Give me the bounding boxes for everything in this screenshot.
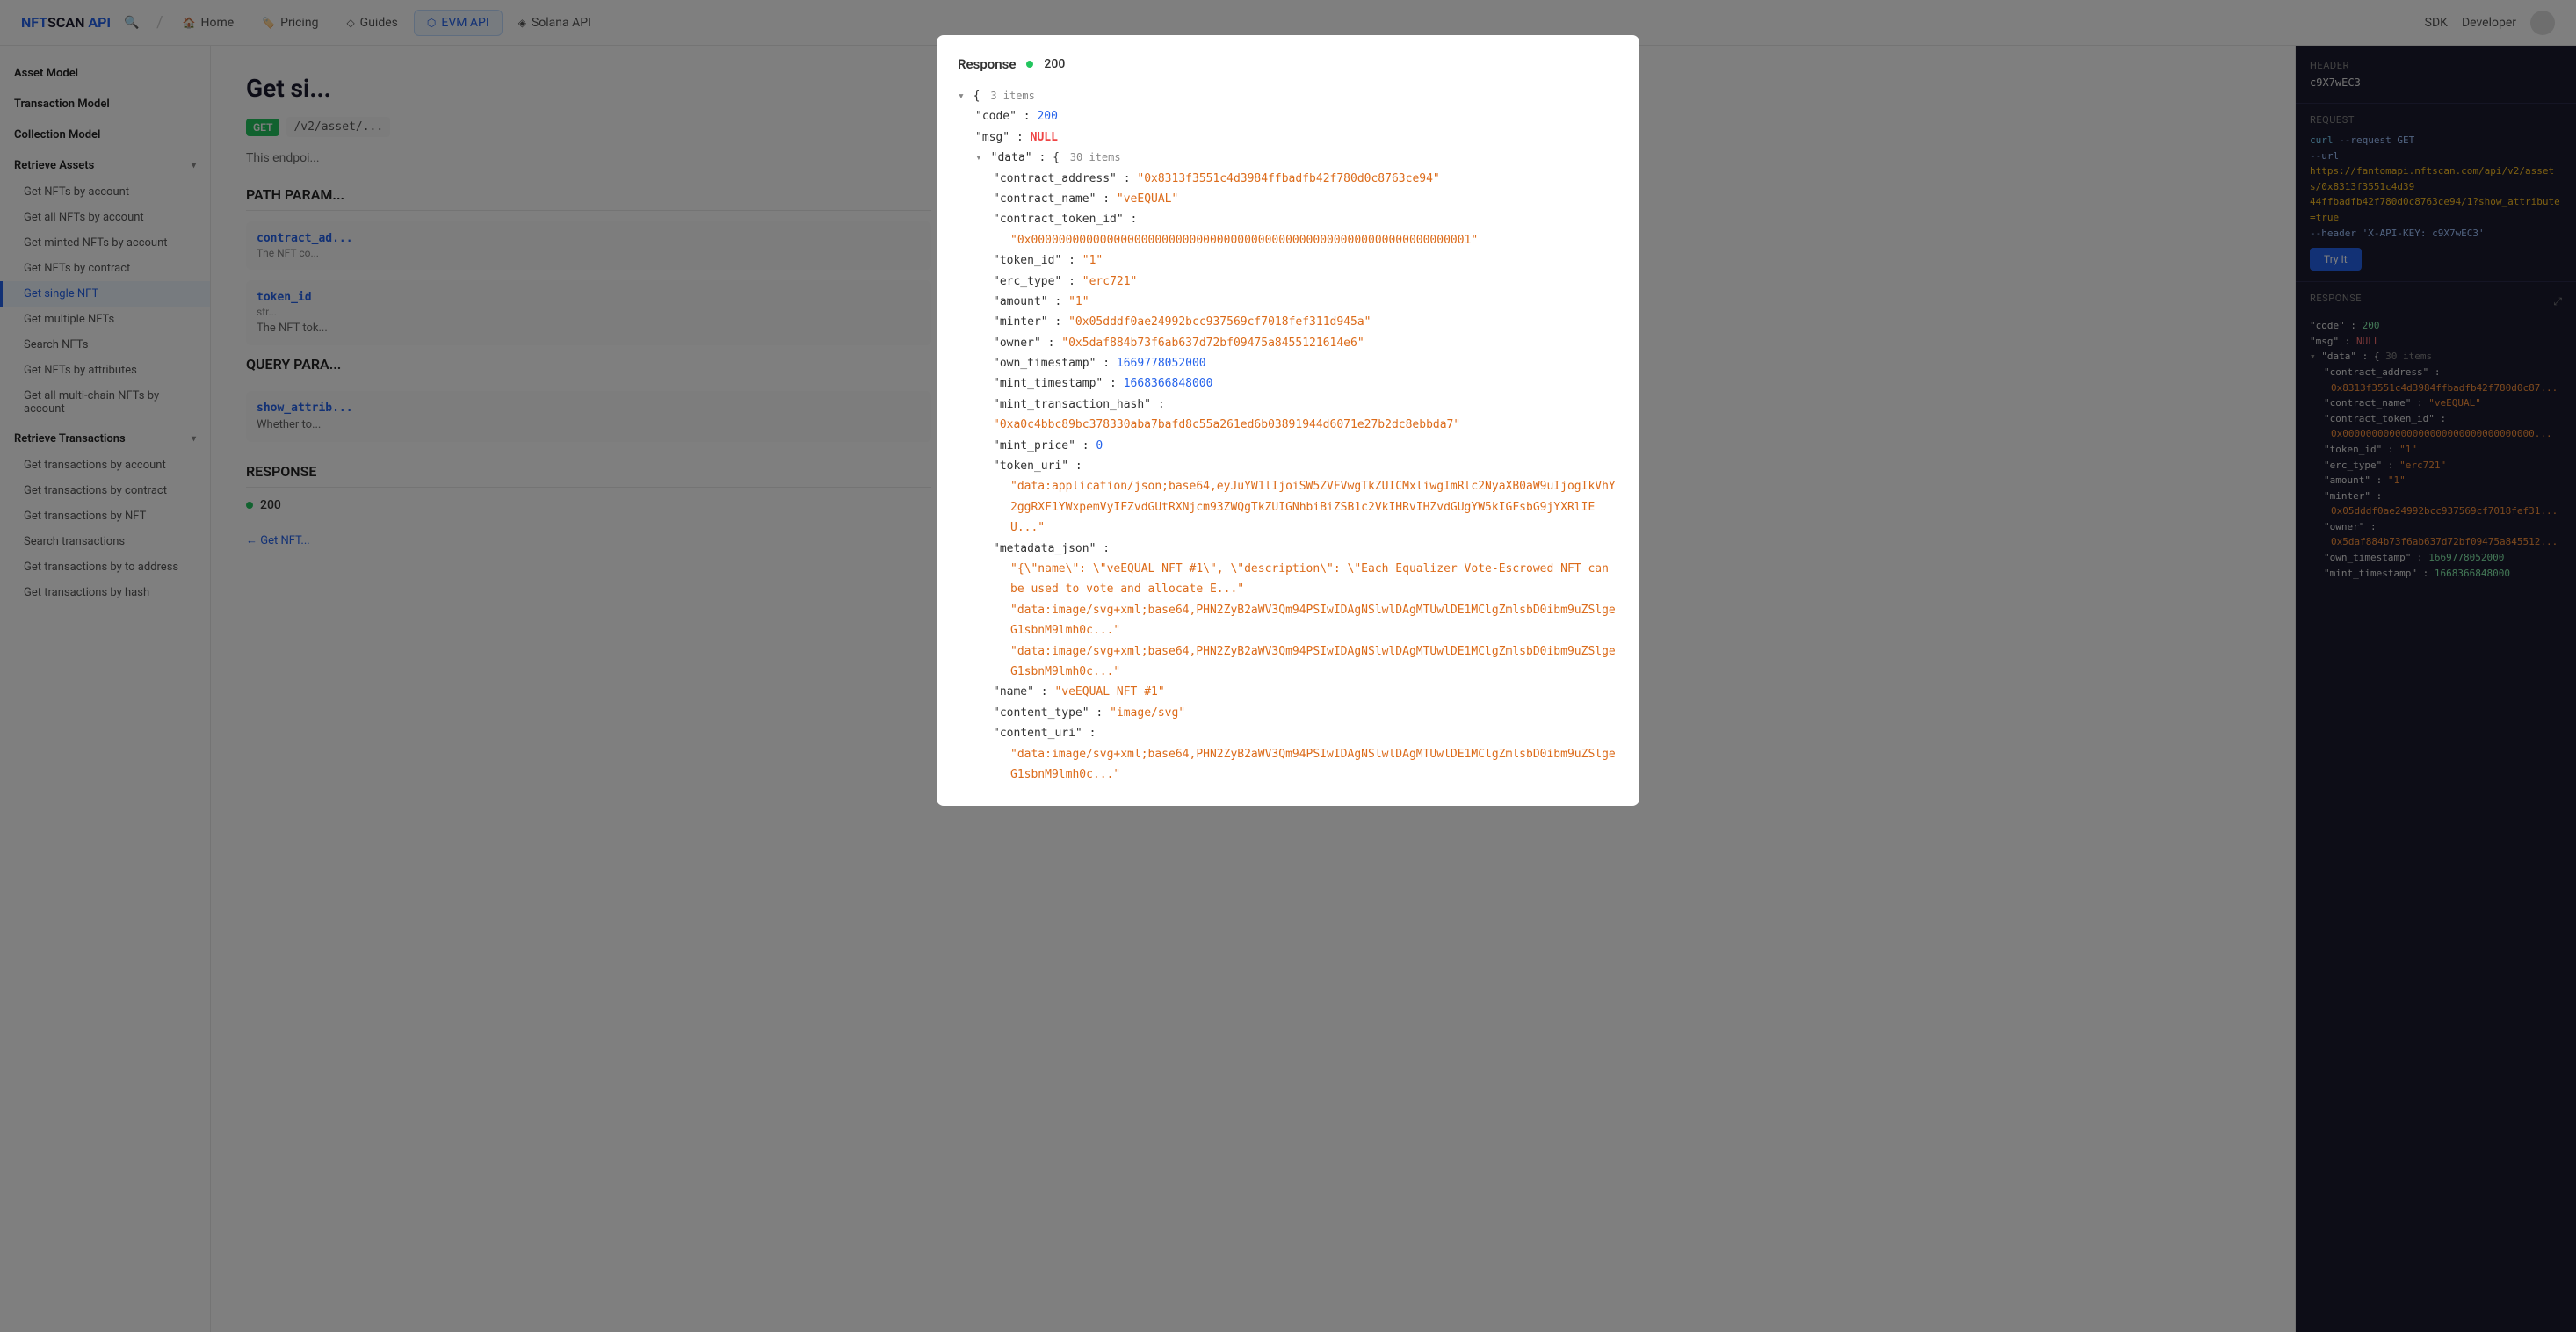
modal-status-dot [1026,61,1033,68]
modal-json-tree: ▾ { 3 items "code" : 200 "msg" : NULL ▾ … [958,86,1618,785]
collapse-icon[interactable]: ▾ [958,90,965,103]
data-collapse-icon[interactable]: ▾ [975,151,982,164]
modal-status-code: 200 [1044,57,1065,71]
modal-header: Response 200 [958,56,1618,72]
modal-title: Response [958,56,1016,72]
modal: Response 200 ▾ { 3 items "code" : 200 "m… [937,35,1639,806]
modal-overlay[interactable]: Response 200 ▾ { 3 items "code" : 200 "m… [0,0,2576,1332]
